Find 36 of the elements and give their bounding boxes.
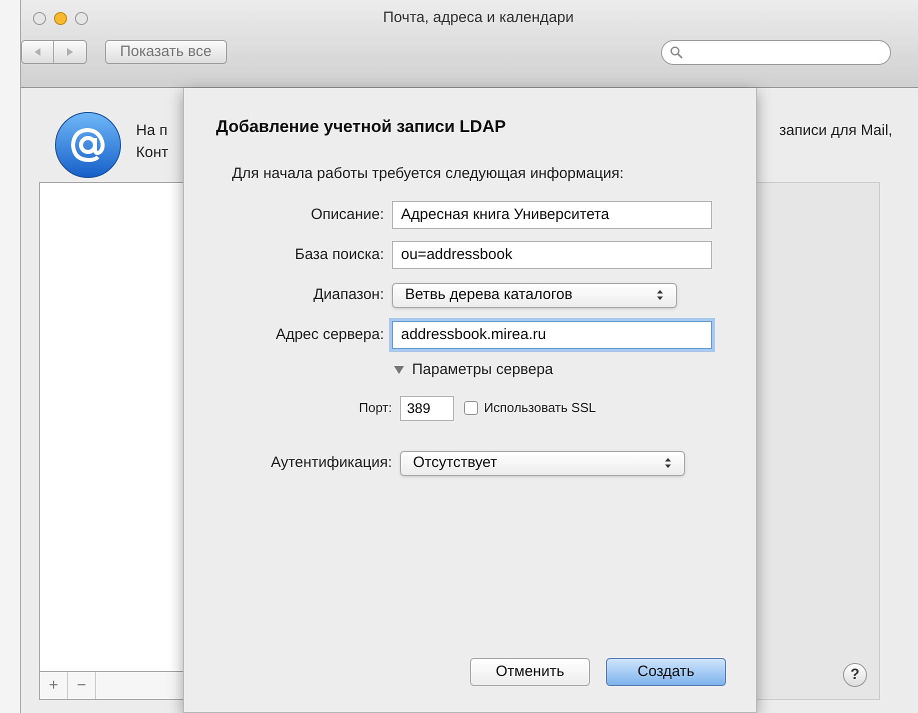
window-title: Почта, адреса и календари (383, 8, 574, 28)
instruction-text: Для начала работы требуется следующая информация: (232, 164, 625, 184)
field-label: Диапазон: (312, 284, 385, 305)
field-label: Описание: (310, 204, 385, 225)
dropdown-select[interactable]: Ветвь дерева каталогов (392, 282, 677, 308)
port-label: Порт: (358, 399, 393, 418)
show-all-button[interactable]: Показать все (105, 40, 227, 64)
intro-text: записи для Mail, (779, 121, 892, 141)
search-icon (670, 46, 683, 58)
search-field[interactable] (660, 40, 891, 64)
help-button[interactable]: ? (843, 663, 867, 687)
port-field[interactable]: 389 (400, 396, 454, 420)
field-label: База поиска: (294, 244, 385, 265)
field-label: Адрес сервера: (274, 324, 385, 345)
dialog-button[interactable]: Отменить (470, 658, 590, 686)
zoom-window-icon[interactable] (75, 12, 88, 24)
close-window-icon[interactable] (33, 12, 46, 24)
minimize-window-icon[interactable] (54, 12, 67, 24)
ssl-label: Использовать SSL (484, 399, 596, 418)
intro-text: Конт (136, 143, 168, 163)
text-field[interactable]: ou=addressbook (392, 241, 712, 269)
dropdown-select[interactable]: Отсутствует (400, 450, 685, 476)
back-forward-control[interactable] (21, 40, 87, 64)
text-field[interactable]: Адресная книга Университета (392, 201, 712, 229)
stepper-arrows-icon (664, 457, 672, 469)
sheet-title: Добавление учетной записи LDAP (216, 116, 507, 138)
field-label: Аутентификация: (270, 452, 393, 473)
server-parameters-label: Параметры сервера (412, 360, 554, 380)
text-field[interactable]: addressbook.mirea.ru (392, 321, 712, 349)
disclosure-triangle-icon[interactable] (394, 365, 404, 375)
ssl-checkbox[interactable] (464, 401, 478, 415)
dialog-button[interactable]: Создать (606, 658, 726, 686)
remove-button[interactable]: − (68, 672, 96, 699)
intro-text: На п (136, 121, 168, 141)
add-button[interactable]: + (40, 672, 68, 699)
stepper-arrows-icon (656, 289, 664, 301)
